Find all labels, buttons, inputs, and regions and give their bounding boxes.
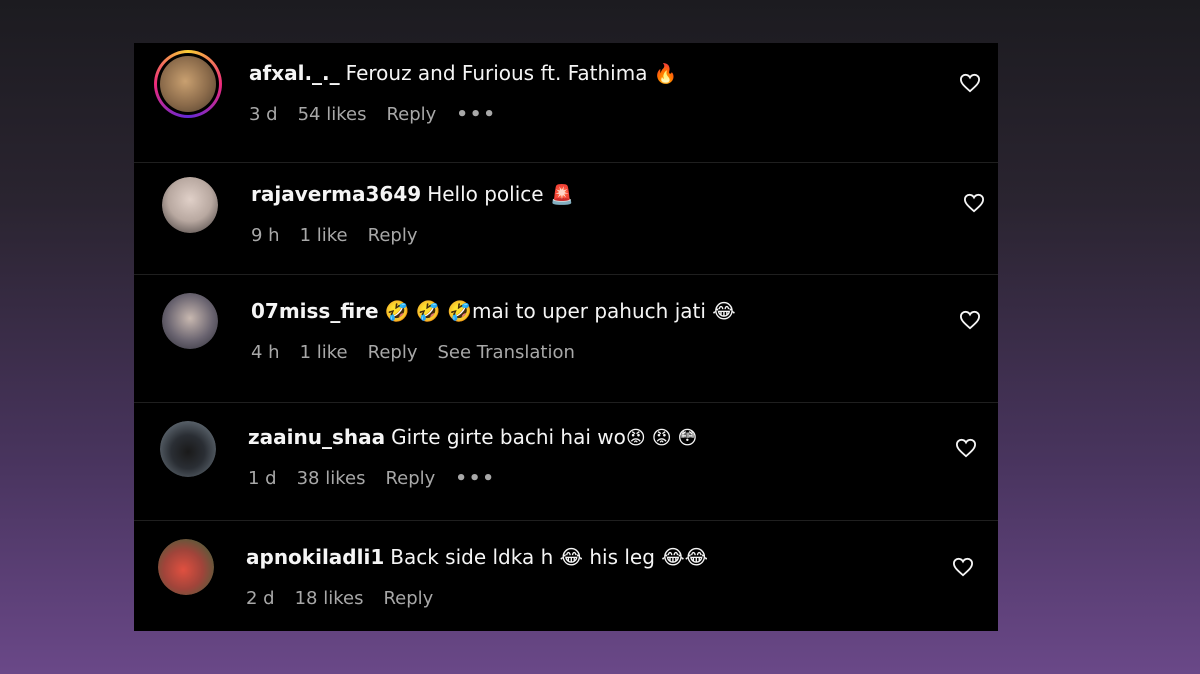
reply-button[interactable]: Reply [386,104,436,125]
comment-username[interactable]: zaainu_shaa [248,425,385,449]
comment-text: rajaverma3649 Hello police 🚨 [251,182,574,206]
comment-text: 07miss_fire 🤣 🤣 🤣mai to uper pahuch jati … [251,299,736,323]
comment-text: afxal._._ Ferouz and Furious ft. Fathima … [249,61,677,85]
avatar[interactable] [160,421,216,477]
comment-time: 1 d [248,468,277,489]
comment-time: 3 d [249,104,278,125]
comment-item: rajaverma3649 Hello police 🚨 9 h 1 like R… [134,163,998,275]
like-heart-icon[interactable] [959,310,981,330]
police-light-emoji: 🚨 [549,184,574,206]
comment-meta: 4 h 1 like Reply See Translation [251,342,575,363]
fire-emoji: 🔥 [653,63,678,85]
more-options-icon[interactable]: ••• [456,104,497,125]
comment-likes[interactable]: 18 likes [295,588,364,609]
comment-item: 07miss_fire 🤣 🤣 🤣mai to uper pahuch jati … [134,275,998,403]
comment-meta: 3 d 54 likes Reply ••• [249,104,497,125]
reply-button[interactable]: Reply [385,468,435,489]
comment-text: apnokiladli1 Back side ldka h 😂 his leg 😂… [246,545,708,569]
comment-username[interactable]: rajaverma3649 [251,182,421,206]
comment-body: Hello police [427,182,544,206]
comments-panel: afxal._._ Ferouz and Furious ft. Fathima … [134,43,998,631]
comment-username[interactable]: afxal._._ [249,61,340,85]
reply-button[interactable]: Reply [368,342,418,363]
avatar[interactable] [162,293,218,349]
like-heart-icon[interactable] [955,438,977,458]
comment-body: Ferouz and Furious ft. Fathima [345,61,648,85]
like-heart-icon[interactable] [952,557,974,577]
comment-likes[interactable]: 38 likes [297,468,366,489]
comment-likes[interactable]: 1 like [300,225,348,246]
reply-button[interactable]: Reply [383,588,433,609]
like-heart-icon[interactable] [963,193,985,213]
avatar[interactable] [154,50,222,118]
avatar[interactable] [162,177,218,233]
comment-time: 4 h [251,342,280,363]
comment-body: Back side ldka h 😂 his leg 😂😂 [390,545,709,569]
comment-item: zaainu_shaa Girte girte bachi hai wo😡 😡 😳… [134,403,998,521]
comment-meta: 9 h 1 like Reply [251,225,418,246]
comment-text: zaainu_shaa Girte girte bachi hai wo😡 😡 😳 [248,425,697,449]
comment-body: Girte girte bachi hai wo [391,425,626,449]
comment-meta: 2 d 18 likes Reply [246,588,433,609]
see-translation-button[interactable]: See Translation [438,342,575,363]
comment-likes[interactable]: 54 likes [298,104,367,125]
comment-likes[interactable]: 1 like [300,342,348,363]
like-heart-icon[interactable] [959,73,981,93]
reply-button[interactable]: Reply [368,225,418,246]
comment-time: 2 d [246,588,275,609]
comment-body: 🤣 🤣 🤣mai to uper pahuch jati 😂 [384,299,736,323]
comment-item: afxal._._ Ferouz and Furious ft. Fathima … [134,43,998,163]
comment-meta: 1 d 38 likes Reply ••• [248,468,496,489]
angry-emoji: 😡 😡 😳 [625,427,698,449]
comment-username[interactable]: 07miss_fire [251,299,379,323]
comment-item: apnokiladli1 Back side ldka h 😂 his leg 😂… [134,521,998,631]
avatar[interactable] [158,539,214,595]
more-options-icon[interactable]: ••• [455,468,496,489]
comment-time: 9 h [251,225,280,246]
comment-username[interactable]: apnokiladli1 [246,545,384,569]
